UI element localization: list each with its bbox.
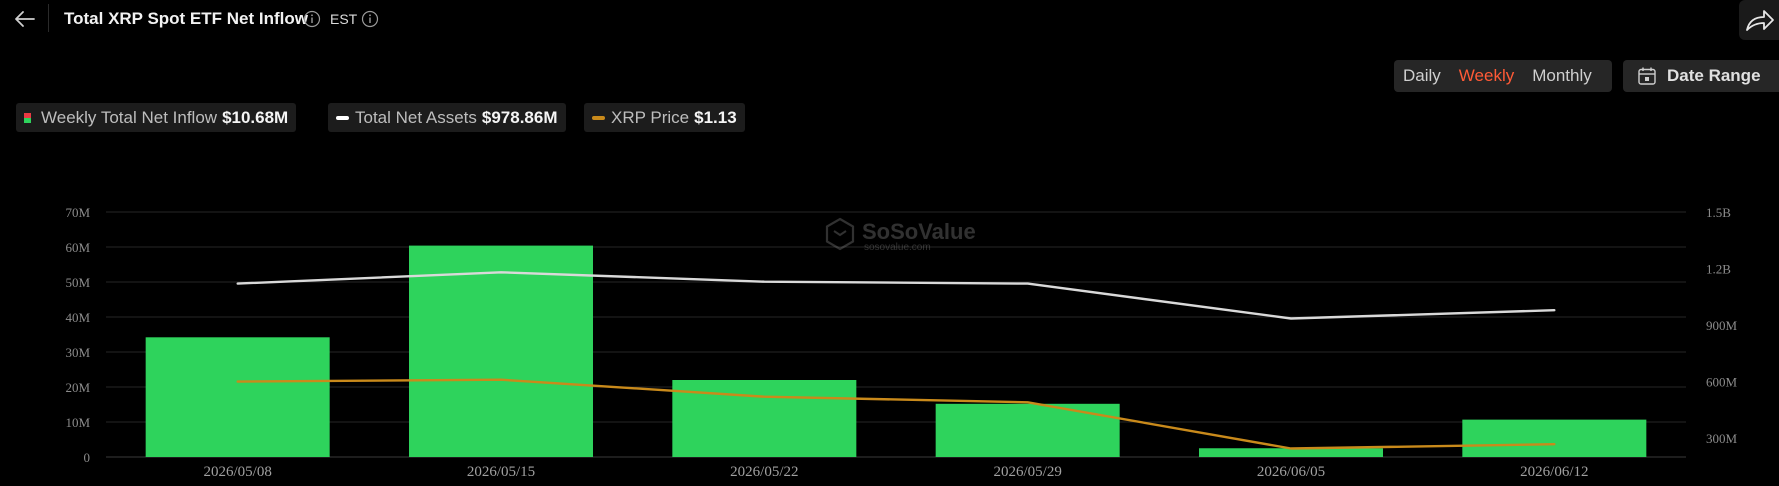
left-axis-tick-label: 10M — [65, 415, 90, 430]
period-selector: Daily Weekly Monthly — [1394, 60, 1612, 92]
left-axis-tick-label: 20M — [65, 380, 90, 395]
left-axis-tick-label: 30M — [65, 345, 90, 360]
right-axis-tick-label: 600M — [1706, 375, 1738, 390]
timezone-label: EST — [330, 11, 358, 27]
top-bar: Total XRP Spot ETF Net Inflow EST — [0, 0, 1779, 40]
right-axis-tick-label: 900M — [1706, 318, 1738, 333]
watermark-url: sosovalue.com — [864, 242, 931, 253]
page-title: Total XRP Spot ETF Net Inflow — [64, 9, 308, 28]
info-icon[interactable] — [303, 10, 321, 28]
right-axis-tick-label: 1.2B — [1706, 262, 1731, 277]
legend-value: $978.86M — [481, 107, 558, 127]
inflow-bar — [1462, 419, 1647, 457]
share-button[interactable] — [1739, 0, 1779, 40]
date-range-button[interactable]: Date Range — [1623, 60, 1779, 92]
line-legend-swatch — [336, 115, 349, 120]
legend-value: $10.68M — [222, 107, 289, 127]
left-axis-tick-label: 50M — [65, 275, 90, 290]
x-axis-tick-label: 2026/06/12 — [1520, 464, 1588, 480]
calendar-icon — [1638, 67, 1656, 85]
x-axis-tick-label: 2026/06/05 — [1257, 464, 1325, 480]
left-axis-tick-label: 40M — [65, 310, 90, 325]
inflow-chart: 0 10M 20M 30M 40M 50M 60M 70M 300M 600M 900M 1.2B 1.… — [65, 205, 1738, 480]
watermark-hexagon-mark — [833, 230, 847, 237]
legend-label: Total Net Assets — [355, 107, 477, 127]
share-icon — [1746, 10, 1774, 31]
watermark-logo: SoSoValuesosovalue.com — [825, 217, 976, 253]
x-axis-tick-label: 2026/05/08 — [203, 464, 271, 480]
left-axis-tick-label: 70M — [65, 205, 90, 220]
legend-label: XRP Price — [611, 107, 690, 127]
right-axis-tick-label: 300M — [1706, 431, 1738, 446]
legend-total-net-assets[interactable]: Total Net Assets $978.86M — [328, 103, 566, 132]
inflow-bar — [409, 245, 593, 457]
back-arrow-icon[interactable] — [10, 4, 40, 34]
inflow-bar — [145, 337, 330, 457]
timezone-info-icon[interactable] — [361, 10, 379, 28]
x-axis-tick-label: 2026/05/22 — [730, 464, 798, 480]
legend-label: Weekly Total Net Inflow — [41, 107, 218, 127]
date-range-label: Date Range — [1667, 66, 1761, 85]
left-axis-tick-label: 60M — [65, 240, 90, 255]
left-axis-tick-label: 0 — [84, 450, 91, 465]
right-axis-tick-label: 1.5B — [1706, 205, 1731, 220]
legend-xrp-price[interactable]: XRP Price $1.13 — [584, 103, 745, 132]
inflow-bar — [935, 403, 1120, 457]
line-legend-swatch — [592, 115, 605, 120]
x-axis-tick-label: 2026/05/29 — [993, 464, 1061, 480]
tab-weekly[interactable]: Weekly — [1450, 66, 1523, 86]
tab-daily[interactable]: Daily — [1394, 66, 1450, 86]
legend-weekly-net-inflow[interactable]: Weekly Total Net Inflow $10.68M — [16, 103, 297, 132]
x-axis-tick-label: 2026/05/15 — [467, 464, 535, 480]
tab-monthly[interactable]: Monthly — [1523, 66, 1601, 86]
watermark-brand: SoSoValue — [862, 219, 976, 244]
legend-value: $1.13 — [694, 107, 737, 127]
bar-legend-swatch — [24, 112, 31, 123]
header-divider — [48, 4, 49, 32]
